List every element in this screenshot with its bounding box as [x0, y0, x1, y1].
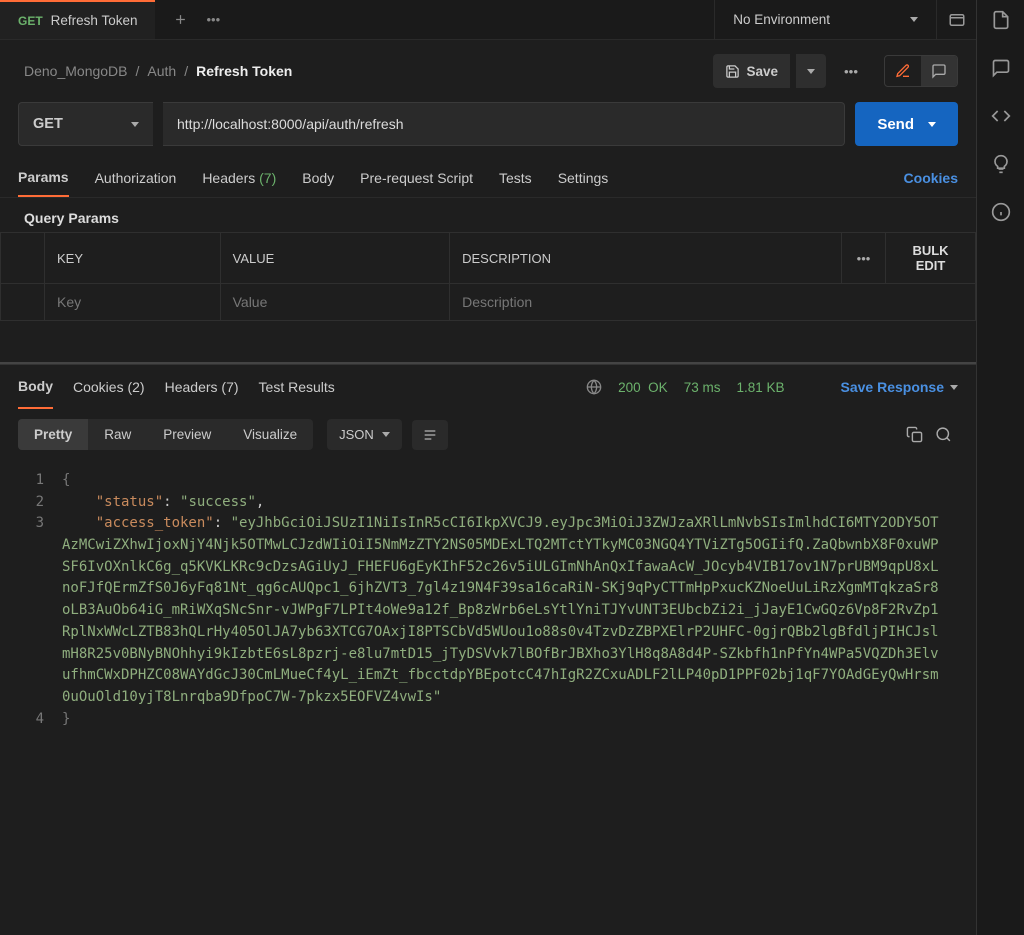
crumb-request: Refresh Token: [196, 63, 292, 79]
send-button[interactable]: Send: [855, 102, 958, 146]
save-response-button[interactable]: Save Response: [841, 379, 959, 395]
new-tab-button[interactable]: [173, 12, 188, 27]
environment-label: No Environment: [733, 12, 830, 27]
resp-tab-headers[interactable]: Headers (7): [165, 365, 239, 409]
tab-authorization[interactable]: Authorization: [95, 158, 177, 197]
key-input[interactable]: Key: [45, 284, 221, 321]
response-pane: Body Cookies (2) Headers (7) Test Result…: [0, 364, 976, 935]
body-view-tabs: Pretty Raw Preview Visualize: [18, 419, 313, 450]
col-key: KEY: [45, 233, 221, 284]
table-options-button[interactable]: •••: [842, 233, 886, 284]
resp-tab-tests[interactable]: Test Results: [259, 365, 335, 409]
bulk-edit-button[interactable]: Bulk Edit: [886, 233, 976, 284]
description-input[interactable]: Description: [450, 284, 976, 321]
response-time: 73 ms: [684, 380, 721, 395]
view-mode-toggle: [884, 55, 958, 87]
environment-quicklook-button[interactable]: [936, 0, 976, 39]
environment-select[interactable]: No Environment: [714, 0, 936, 39]
breadcrumb: Deno_MongoDB / Auth / Refresh Token: [24, 63, 703, 79]
tab-prerequest[interactable]: Pre-request Script: [360, 158, 473, 197]
tab-settings[interactable]: Settings: [558, 158, 609, 197]
save-button[interactable]: Save: [713, 54, 790, 88]
chevron-down-icon: [131, 122, 139, 127]
copy-button[interactable]: [900, 420, 929, 449]
view-pretty[interactable]: Pretty: [18, 419, 88, 450]
tab-method: GET: [18, 14, 43, 28]
url-bar: GET Send: [0, 102, 976, 158]
params-table-area: KEY VALUE DESCRIPTION ••• Bulk Edit Key …: [0, 232, 976, 362]
row-checkbox[interactable]: [1, 284, 45, 321]
tab-body[interactable]: Body: [302, 158, 334, 197]
col-value: VALUE: [220, 233, 450, 284]
response-tabs: Body Cookies (2) Headers (7) Test Result…: [0, 365, 976, 409]
chevron-down-icon: [910, 17, 918, 22]
tab-title: Refresh Token: [51, 13, 138, 28]
chevron-down-icon: [950, 385, 958, 390]
tab-overflow-button[interactable]: •••: [206, 12, 220, 27]
request-overflow-button[interactable]: •••: [836, 56, 866, 87]
response-size: 1.81 KB: [736, 380, 784, 395]
save-group: Save: [713, 54, 826, 88]
view-raw[interactable]: Raw: [88, 419, 147, 450]
cookies-link[interactable]: Cookies: [904, 170, 958, 186]
code-icon[interactable]: [991, 106, 1011, 126]
chevron-down-icon: [928, 122, 936, 127]
lightbulb-icon[interactable]: [991, 154, 1011, 174]
right-rail: [976, 0, 1024, 935]
wrap-lines-button[interactable]: [412, 420, 448, 450]
response-view-bar: Pretty Raw Preview Visualize JSON: [0, 409, 976, 460]
view-visualize[interactable]: Visualize: [227, 419, 313, 450]
chevron-down-icon: [382, 432, 390, 437]
tab-bar: GET Refresh Token ••• No Environment: [0, 0, 976, 40]
url-input[interactable]: [163, 102, 845, 146]
crumb-folder[interactable]: Auth: [147, 63, 176, 79]
globe-icon[interactable]: [586, 379, 602, 395]
tab-headers[interactable]: Headers (7): [202, 158, 276, 197]
response-body[interactable]: 1{ 2 "status": "success", 3 "access_toke…: [0, 460, 976, 935]
format-select[interactable]: JSON: [327, 419, 402, 450]
method-select[interactable]: GET: [18, 102, 153, 146]
info-icon[interactable]: [991, 202, 1011, 222]
query-params-label: Query Params: [0, 198, 976, 232]
save-dropdown-button[interactable]: [796, 54, 826, 88]
tab-params[interactable]: Params: [18, 158, 69, 197]
resp-tab-cookies[interactable]: Cookies (2): [73, 365, 145, 409]
documentation-icon[interactable]: [991, 10, 1011, 30]
request-tabs: Params Authorization Headers (7) Body Pr…: [0, 158, 976, 198]
comments-icon[interactable]: [991, 58, 1011, 78]
comment-mode-button[interactable]: [921, 56, 957, 86]
resp-tab-body[interactable]: Body: [18, 365, 53, 409]
build-mode-button[interactable]: [885, 56, 921, 86]
col-description: DESCRIPTION: [450, 233, 842, 284]
response-status: 200 OK 73 ms 1.81 KB: [586, 379, 784, 395]
crumb-collection[interactable]: Deno_MongoDB: [24, 63, 128, 79]
value-input[interactable]: Value: [220, 284, 450, 321]
checkbox-header: [1, 233, 45, 284]
status-code: 200 OK: [618, 380, 668, 395]
view-preview[interactable]: Preview: [147, 419, 227, 450]
tab-tests[interactable]: Tests: [499, 158, 532, 197]
request-header: Deno_MongoDB / Auth / Refresh Token Save…: [0, 40, 976, 102]
tab-refresh-token[interactable]: GET Refresh Token: [0, 0, 155, 39]
search-button[interactable]: [929, 420, 958, 449]
